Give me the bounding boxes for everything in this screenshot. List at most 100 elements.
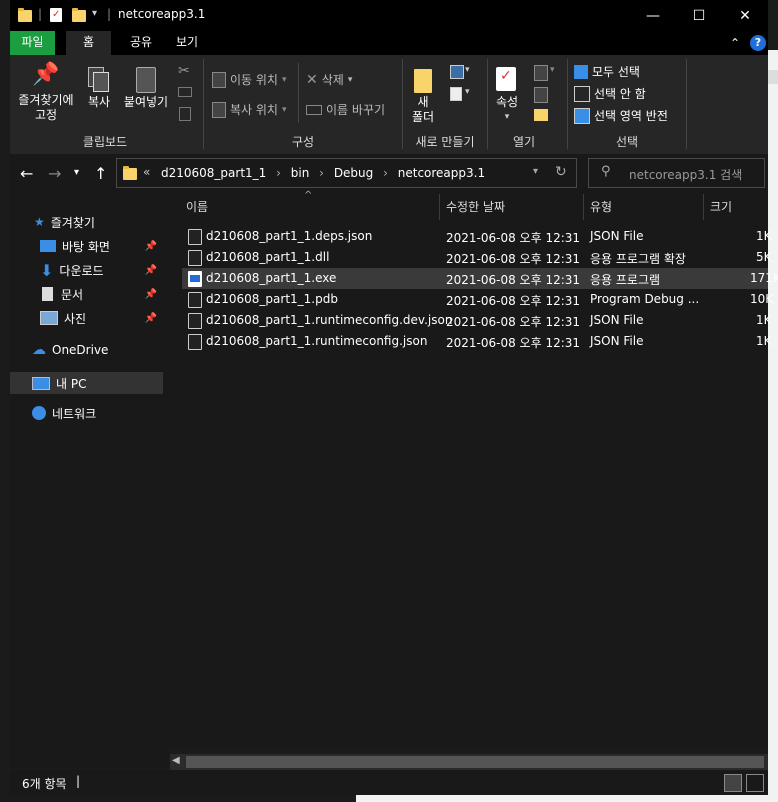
background-window-bottom <box>356 795 778 802</box>
help-icon[interactable]: ? <box>750 35 766 51</box>
recent-locations-icon[interactable]: ▾ <box>74 167 79 178</box>
details-view-icon[interactable] <box>724 774 742 792</box>
nav-desktop[interactable]: 바탕 화면 📌 <box>10 235 163 257</box>
tab-share[interactable]: 공유 <box>120 31 162 55</box>
cut-icon[interactable]: ✂ <box>178 63 190 79</box>
paste-shortcut-icon[interactable] <box>179 107 191 121</box>
title-bar: | ✓ ▾ | netcoreapp3.1 — ☐ ✕ <box>10 0 768 31</box>
window-title: netcoreapp3.1 <box>118 7 206 21</box>
scrollbar-thumb[interactable] <box>186 756 764 768</box>
nav-pictures[interactable]: 사진 📌 <box>10 307 163 329</box>
nav-onedrive[interactable]: ☁ OneDrive <box>10 339 163 361</box>
copy-path-icon[interactable] <box>178 87 192 97</box>
search-input[interactable]: ⚲ netcoreapp3.1 검색 <box>588 158 765 188</box>
open-icon[interactable] <box>534 65 548 81</box>
file-row[interactable]: d210608_part1_1.runtimeconfig.dev.json 2… <box>182 310 772 331</box>
copy-to-button[interactable]: 복사 위치 ▾ <box>212 101 287 118</box>
large-icons-view-icon[interactable] <box>746 774 764 792</box>
file-row[interactable]: d210608_part1_1.exe 2021-06-08 오후 12:31 … <box>182 268 778 289</box>
file-date: 2021-06-08 오후 12:31 <box>446 315 581 329</box>
column-header-name[interactable]: 이름 <box>186 198 208 215</box>
new-item-dropdown-icon[interactable]: ▾ <box>465 65 470 75</box>
address-dropdown-icon[interactable]: ▾ <box>533 166 538 177</box>
close-button[interactable]: ✕ <box>722 0 768 31</box>
file-row[interactable]: d210608_part1_1.runtimeconfig.json 2021-… <box>182 331 772 352</box>
nav-documents[interactable]: 문서 📌 <box>10 283 163 305</box>
file-size: 10K <box>750 292 774 306</box>
maximize-button[interactable]: ☐ <box>676 0 722 31</box>
edit-icon[interactable] <box>534 87 548 103</box>
file-row[interactable]: d210608_part1_1.dll 2021-06-08 오후 12:31 … <box>182 247 772 268</box>
new-group-label: 새로 만들기 <box>415 135 475 149</box>
paste-label: 붙여넣기 <box>123 95 169 109</box>
up-arrow-icon[interactable]: ↑ <box>94 164 107 183</box>
history-icon[interactable] <box>534 109 548 121</box>
breadcrumb-item[interactable]: netcoreapp3.1 <box>398 166 485 180</box>
back-arrow-icon[interactable]: ← <box>20 164 33 183</box>
horizontal-scrollbar[interactable]: ◀ <box>170 754 768 770</box>
breadcrumb-item[interactable]: Debug <box>334 166 373 180</box>
pin-icon: 📌 <box>144 288 157 300</box>
background-window-left <box>0 0 10 802</box>
copy-icon <box>82 67 116 95</box>
forward-arrow-icon[interactable]: → <box>48 164 61 183</box>
file-list: ^ 이름 수정한 날짜 유형 크기 d210608_part1_1.deps.j… <box>170 190 778 748</box>
select-all-button[interactable]: 모두 선택 <box>574 63 640 80</box>
nav-downloads[interactable]: ⬇ 다운로드 📌 <box>10 259 163 281</box>
navigation-pane: ★ 즐겨찾기 바탕 화면 📌 ⬇ 다운로드 📌 문서 📌 사진 📌 ☁ OneD… <box>10 192 167 768</box>
tab-home[interactable]: 홈 <box>66 31 111 55</box>
new-item-icon[interactable] <box>450 65 464 79</box>
tab-view[interactable]: 보기 <box>167 31 207 55</box>
address-overflow-icon[interactable]: « <box>143 165 150 179</box>
json-file-icon <box>188 334 202 350</box>
breadcrumb-item[interactable]: bin <box>291 166 310 180</box>
move-to-button[interactable]: 이동 위치 ▾ <box>212 71 287 88</box>
quick-access-dropdown-icon[interactable]: ▾ <box>92 8 97 19</box>
file-row[interactable]: d210608_part1_1.deps.json 2021-06-08 오후 … <box>182 226 772 247</box>
nav-this-pc[interactable]: 내 PC <box>10 372 163 394</box>
column-header-type[interactable]: 유형 <box>590 198 612 215</box>
breadcrumb-separator: › <box>276 166 281 180</box>
open-dropdown-icon[interactable]: ▾ <box>550 65 555 75</box>
new-folder-button[interactable]: 새 폴더 <box>408 67 438 125</box>
minimize-button[interactable]: — <box>630 0 676 31</box>
column-separator[interactable] <box>439 194 440 220</box>
refresh-icon[interactable]: ↻ <box>555 164 567 180</box>
collapse-ribbon-icon[interactable]: ⌃ <box>730 36 740 50</box>
scroll-left-icon[interactable]: ◀ <box>172 755 180 766</box>
new-folder-icon <box>408 67 438 95</box>
copy-button[interactable]: 복사 <box>82 67 116 110</box>
column-header-date[interactable]: 수정한 날짜 <box>446 198 505 215</box>
breadcrumb-item[interactable]: d210608_part1_1 <box>161 166 266 180</box>
column-separator[interactable] <box>703 194 704 220</box>
address-input[interactable]: « d210608_part1_1 › bin › Debug › netcor… <box>116 158 577 188</box>
open-group-label: 열기 <box>512 135 536 149</box>
file-date: 2021-06-08 오후 12:31 <box>446 231 581 245</box>
paste-button[interactable]: 붙여넣기 <box>120 67 172 110</box>
easy-access-dropdown-icon[interactable]: ▾ <box>465 87 470 97</box>
properties-label: 속성 <box>495 95 519 109</box>
computer-icon <box>32 376 50 390</box>
pin-to-quick-access-button[interactable]: 📌 즐겨찾기에 고정 <box>14 64 78 123</box>
properties-button[interactable]: ✓ 속성 ▾ <box>490 67 524 125</box>
select-none-button[interactable]: 선택 안 함 <box>574 85 646 102</box>
new-folder-quick-icon[interactable] <box>72 8 86 22</box>
easy-access-icon[interactable] <box>450 87 462 101</box>
column-header-size[interactable]: 크기 <box>710 198 732 215</box>
background-window-right <box>768 50 778 802</box>
column-separator[interactable] <box>583 194 584 220</box>
nav-network[interactable]: 네트워크 <box>10 402 163 424</box>
delete-button[interactable]: ✕ 삭제 ▾ <box>306 71 352 88</box>
folder-icon <box>18 8 32 22</box>
file-type: 응용 프로그램 <box>590 273 661 287</box>
invert-selection-button[interactable]: 선택 영역 반전 <box>574 107 668 124</box>
nav-quick-access[interactable]: ★ 즐겨찾기 <box>10 211 163 233</box>
file-row[interactable]: d210608_part1_1.pdb 2021-06-08 오후 12:31 … <box>182 289 773 310</box>
nav-this-pc-label: 내 PC <box>56 376 87 391</box>
properties-quick-icon[interactable]: ✓ <box>50 8 62 22</box>
pin-icon: 📌 <box>144 264 157 276</box>
file-name: d210608_part1_1.exe <box>206 271 337 285</box>
rename-button[interactable]: 이름 바꾸기 <box>306 101 385 118</box>
tab-file[interactable]: 파일 <box>10 31 55 55</box>
document-icon <box>42 287 53 301</box>
